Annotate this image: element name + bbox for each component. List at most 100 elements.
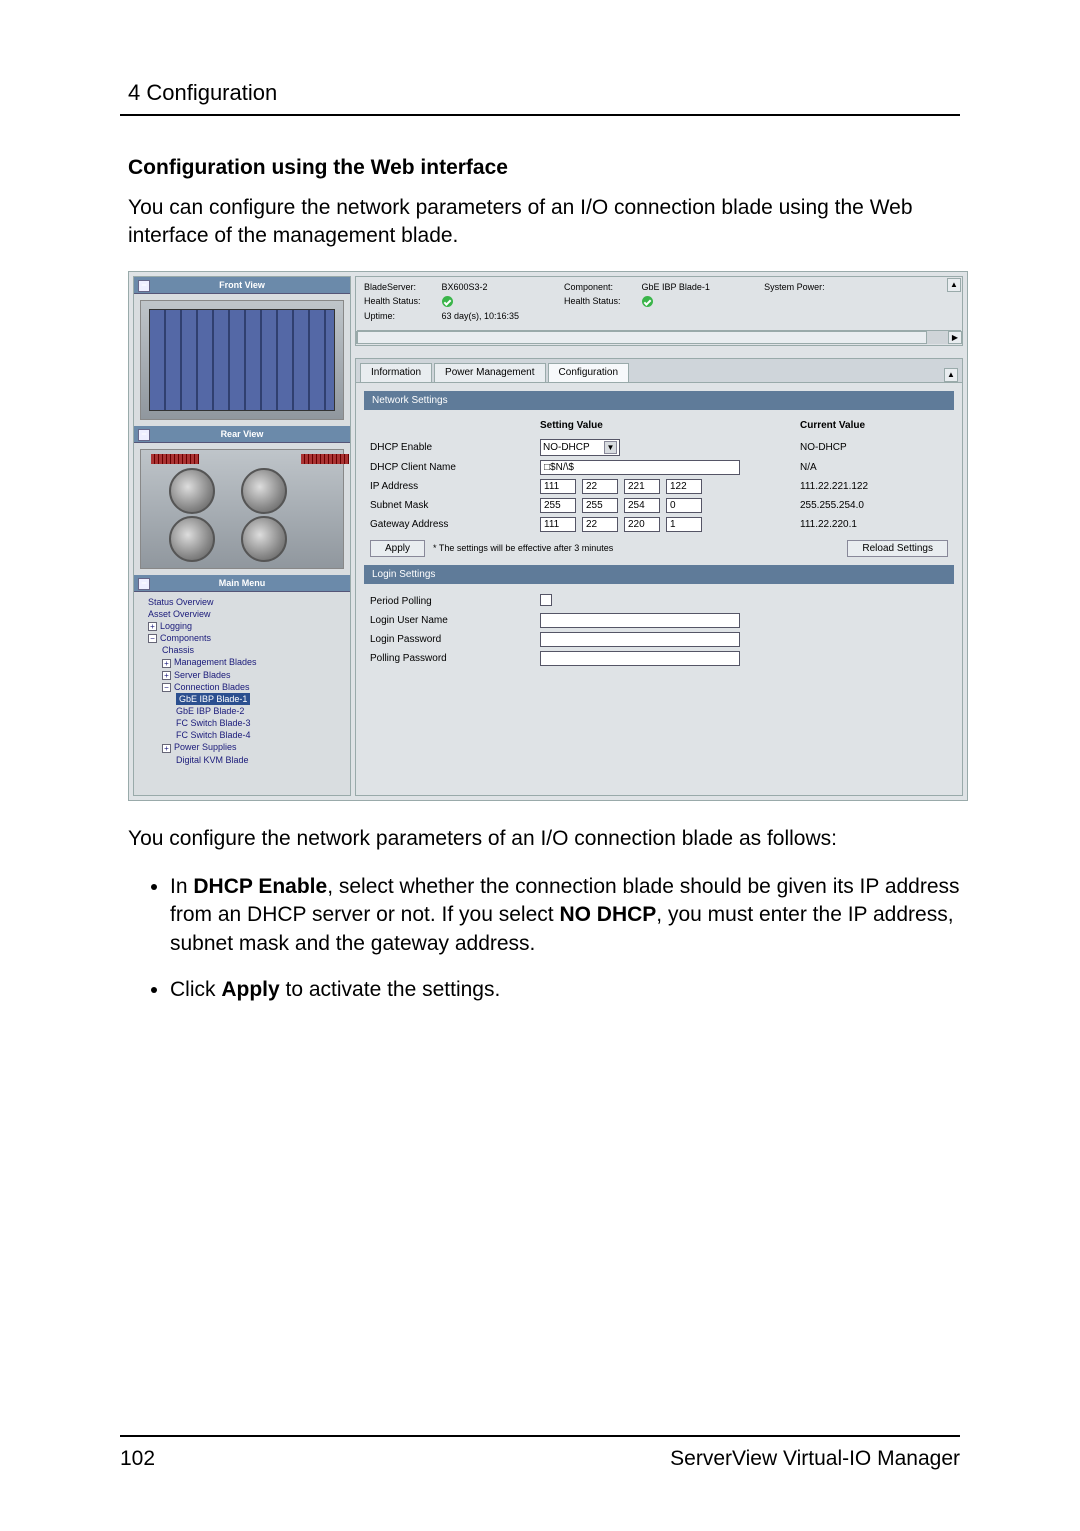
- network-settings-table: Setting Value Current Value DHCP Enable …: [370, 418, 948, 534]
- menu-item[interactable]: Status Overview: [140, 596, 344, 608]
- main-menu-tree: Status Overview Asset Overview +Logging …: [134, 592, 350, 772]
- collapse-icon[interactable]: −: [138, 578, 150, 590]
- front-view-title: Front View: [219, 280, 265, 290]
- mask-octet-input[interactable]: [582, 498, 618, 513]
- component-health-value: [642, 296, 762, 307]
- gateway-octet-input[interactable]: [666, 517, 702, 532]
- menu-label: Logging: [160, 621, 192, 631]
- text: Click: [170, 978, 221, 1001]
- health-status-value: [442, 296, 562, 307]
- main-menu-header[interactable]: − Main Menu: [134, 575, 350, 592]
- ip-octet-input[interactable]: [582, 479, 618, 494]
- field-label: DHCP Client Name: [370, 462, 540, 473]
- select-value: NO-DHCP: [543, 442, 590, 453]
- login-password-input[interactable]: [540, 632, 740, 647]
- web-interface-screenshot: − Front View − Rear View − Main Menu: [128, 271, 968, 801]
- menu-label: Power Supplies: [174, 742, 237, 752]
- mask-octet-input[interactable]: [666, 498, 702, 513]
- page-header: 4 Configuration: [120, 80, 960, 106]
- menu-item[interactable]: −Connection Blades: [140, 681, 344, 693]
- tab-information[interactable]: Information: [360, 363, 432, 382]
- menu-item[interactable]: +Management Blades: [140, 656, 344, 668]
- collapse-icon[interactable]: −: [138, 429, 150, 441]
- fan-icon: [241, 516, 287, 562]
- expand-icon[interactable]: +: [162, 671, 171, 680]
- menu-item[interactable]: +Power Supplies: [140, 741, 344, 753]
- horizontal-scrollbar[interactable]: ◀ ▶: [357, 330, 961, 344]
- status-ok-icon: [442, 296, 453, 307]
- collapse-icon[interactable]: −: [138, 280, 150, 292]
- status-ok-icon: [642, 296, 653, 307]
- scroll-right-button[interactable]: ▶: [948, 331, 962, 344]
- ip-octet-input[interactable]: [666, 479, 702, 494]
- menu-item[interactable]: FC Switch Blade-3: [140, 717, 344, 729]
- menu-item[interactable]: GbE IBP Blade-2: [140, 705, 344, 717]
- period-polling-checkbox[interactable]: [540, 594, 552, 606]
- menu-item-selected[interactable]: GbE IBP Blade-1: [140, 693, 344, 705]
- menu-label: Connection Blades: [174, 682, 250, 692]
- mask-octet-input[interactable]: [624, 498, 660, 513]
- polling-password-input[interactable]: [540, 651, 740, 666]
- menu-item[interactable]: FC Switch Blade-4: [140, 729, 344, 741]
- tab-configuration[interactable]: Configuration: [548, 363, 629, 382]
- page-footer: 102 ServerView Virtual-IO Manager: [120, 1427, 960, 1471]
- gateway-octet-input[interactable]: [624, 517, 660, 532]
- rear-view-header[interactable]: − Rear View: [134, 426, 350, 443]
- ip-octet-input[interactable]: [624, 479, 660, 494]
- dhcp-enable-select[interactable]: NO-DHCP ▼: [540, 439, 620, 456]
- gateway-octet-input[interactable]: [540, 517, 576, 532]
- menu-item[interactable]: Chassis: [140, 644, 344, 656]
- info-bar: ▲ BladeServer: BX600S3-2 Component: GbE …: [355, 276, 963, 346]
- field-label: Subnet Mask: [370, 500, 540, 511]
- section-title: Configuration using the Web interface: [128, 156, 960, 180]
- fan-icon: [169, 468, 215, 514]
- field-label: IP Address: [370, 481, 540, 492]
- rear-view-image: [140, 449, 344, 569]
- menu-label: Management Blades: [174, 657, 257, 667]
- login-settings-header: Login Settings: [364, 565, 954, 584]
- menu-item[interactable]: Asset Overview: [140, 608, 344, 620]
- collapse-icon[interactable]: −: [148, 634, 157, 643]
- field-label: Period Polling: [370, 596, 540, 607]
- collapse-icon[interactable]: −: [162, 683, 171, 692]
- uptime-value: 63 day(s), 10:16:35: [442, 311, 520, 321]
- login-username-input[interactable]: [540, 613, 740, 628]
- menu-item[interactable]: +Logging: [140, 620, 344, 632]
- menu-item[interactable]: −Components: [140, 632, 344, 644]
- ip-octet-input[interactable]: [540, 479, 576, 494]
- mask-octet-input[interactable]: [540, 498, 576, 513]
- expand-icon[interactable]: +: [148, 622, 157, 631]
- menu-item[interactable]: Digital KVM Blade: [140, 754, 344, 766]
- gateway-octet-input[interactable]: [582, 517, 618, 532]
- reload-settings-button[interactable]: Reload Settings: [847, 540, 948, 557]
- bladeserver-value: BX600S3-2: [442, 282, 562, 292]
- rear-module: [151, 454, 199, 464]
- footer-title: ServerView Virtual-IO Manager: [670, 1447, 960, 1471]
- page-number: 102: [120, 1447, 155, 1471]
- fan-icon: [169, 516, 215, 562]
- menu-label: Components: [160, 633, 211, 643]
- scroll-up-button[interactable]: ▲: [947, 278, 961, 292]
- component-label: Component:: [564, 282, 639, 292]
- apply-button[interactable]: Apply: [370, 540, 425, 557]
- current-value: 255.255.254.0: [800, 500, 930, 511]
- expand-icon[interactable]: +: [162, 659, 171, 668]
- dhcp-client-name-input[interactable]: [540, 460, 740, 475]
- bladeserver-label: BladeServer:: [364, 282, 439, 292]
- tab-power-management[interactable]: Power Management: [434, 363, 546, 382]
- apply-note: * The settings will be effective after 3…: [433, 543, 613, 553]
- text-bold: NO DHCP: [559, 903, 656, 926]
- front-view-header[interactable]: − Front View: [134, 277, 350, 294]
- action-row: Apply * The settings will be effective a…: [370, 540, 948, 557]
- scrollbar-thumb[interactable]: [357, 331, 927, 344]
- menu-item[interactable]: +Server Blades: [140, 669, 344, 681]
- main-menu-title: Main Menu: [219, 578, 266, 588]
- component-value: GbE IBP Blade-1: [642, 282, 762, 292]
- scroll-up-button[interactable]: ▲: [944, 368, 958, 382]
- current-value: NO-DHCP: [800, 442, 930, 453]
- field-label: Login Password: [370, 634, 540, 645]
- instruction-list: In DHCP Enable, select whether the conne…: [140, 873, 960, 1004]
- expand-icon[interactable]: +: [162, 744, 171, 753]
- rear-module: [301, 454, 349, 464]
- network-settings-header: Network Settings: [364, 391, 954, 410]
